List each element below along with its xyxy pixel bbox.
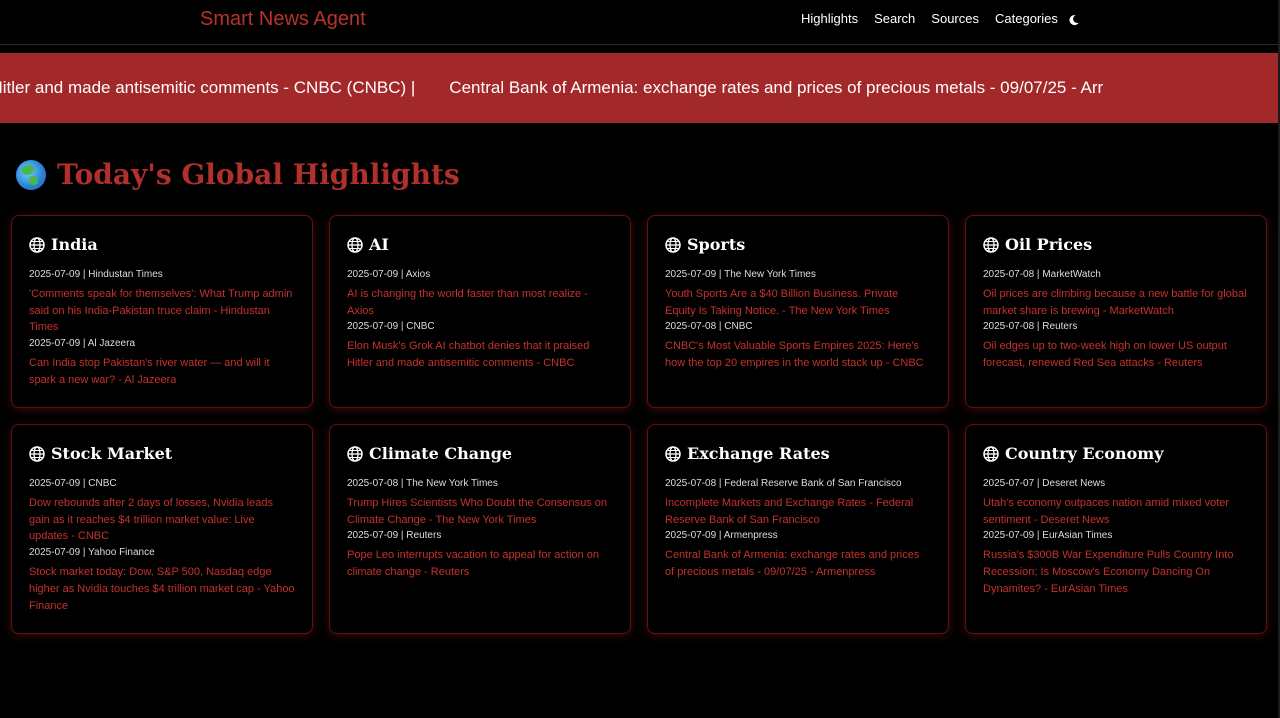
card-title-text: Stock Market	[51, 444, 173, 463]
article-meta: 2025-07-09 | CNBC	[347, 321, 435, 333]
brand-link[interactable]: Smart News Agent	[200, 8, 366, 31]
card-title-text: India	[51, 235, 98, 254]
article-link[interactable]: Elon Musk's Grok AI chatbot denies that …	[347, 338, 613, 371]
card-title: Climate Change	[347, 444, 613, 463]
navbar: Smart News Agent Highlights Search Sourc…	[0, 0, 1278, 45]
article-meta: 2025-07-09 | The New York Times	[665, 269, 816, 280]
nav-link-highlights[interactable]: Highlights	[801, 11, 858, 27]
card-country-economy: Country Economy 2025-07-07 | Deseret New…	[965, 424, 1267, 634]
article-link[interactable]: Can India stop Pakistan's river water — …	[29, 355, 295, 388]
globe-icon	[347, 445, 363, 462]
globe-icon	[665, 236, 681, 253]
article-link[interactable]: Trump Hires Scientists Who Doubt the Con…	[347, 495, 613, 528]
card-title: Country Economy	[983, 444, 1249, 463]
globe-icon	[665, 445, 681, 462]
article-meta: 2025-07-08 | The New York Times	[347, 478, 498, 489]
globe-icon	[29, 236, 45, 253]
article-link[interactable]: Oil edges up to two-week high on lower U…	[983, 338, 1249, 371]
article-link[interactable]: Pope Leo interrupts vacation to appeal f…	[347, 547, 613, 580]
article-meta: 2025-07-08 | Reuters	[983, 321, 1078, 333]
ticker-track: ot denies that it praised Hitler and mad…	[0, 53, 1137, 123]
article-meta: 2025-07-07 | Deseret News	[983, 478, 1106, 489]
globe-icon	[983, 445, 999, 462]
card-oil-prices: Oil Prices 2025-07-08 | MarketWatch Oil …	[965, 215, 1267, 408]
card-title-text: AI	[369, 235, 389, 254]
news-ticker: ot denies that it praised Hitler and mad…	[0, 53, 1278, 123]
article-link[interactable]: Dow rebounds after 2 days of losses, Nvi…	[29, 495, 295, 545]
article-link[interactable]: 'Comments speak for themselves': What Tr…	[29, 286, 295, 336]
nav-link-sources[interactable]: Sources	[931, 11, 979, 27]
card-title: India	[29, 235, 295, 254]
nav-link-categories[interactable]: Categories	[995, 11, 1058, 27]
article-meta: 2025-07-09 | EurAsian Times	[983, 530, 1113, 542]
globe-icon	[347, 236, 363, 253]
card-title-text: Climate Change	[369, 444, 513, 463]
article-meta: 2025-07-08 | MarketWatch	[983, 269, 1101, 280]
globe-icon	[983, 236, 999, 253]
article-meta: 2025-07-09 | Al Jazeera	[29, 338, 136, 350]
card-title-text: Country Economy	[1005, 444, 1164, 463]
card-title: Exchange Rates	[665, 444, 931, 463]
nav-link-search[interactable]: Search	[874, 11, 915, 27]
article-link[interactable]: Oil prices are climbing because a new ba…	[983, 286, 1249, 319]
card-exchange-rates: Exchange Rates 2025-07-08 | Federal Rese…	[647, 424, 949, 634]
card-stock-market: Stock Market 2025-07-09 | CNBC Dow rebou…	[11, 424, 313, 634]
article-link[interactable]: AI is changing the world faster than mos…	[347, 286, 613, 319]
card-title-text: Exchange Rates	[687, 444, 830, 463]
card-title-text: Sports	[687, 235, 746, 254]
ticker-item[interactable]: Central Bank of Armenia: exchange rates …	[449, 78, 1103, 98]
card-title: Stock Market	[29, 444, 295, 463]
card-ai: AI 2025-07-09 | Axios AI is changing the…	[329, 215, 631, 408]
ticker-item[interactable]: ot denies that it praised Hitler and mad…	[0, 78, 415, 98]
article-link[interactable]: Utah's economy outpaces nation amid mixe…	[983, 495, 1249, 528]
card-title-text: Oil Prices	[1005, 235, 1093, 254]
page-title: Today's Global Highlights	[16, 158, 460, 191]
article-link[interactable]: Stock market today: Dow, S&P 500, Nasdaq…	[29, 564, 295, 614]
article-meta: 2025-07-09 | Hindustan Times	[29, 269, 163, 280]
globe-emoji-icon	[16, 159, 46, 190]
article-meta: 2025-07-08 | Federal Reserve Bank of San…	[665, 478, 902, 489]
page-title-text: Today's Global Highlights	[57, 158, 460, 191]
article-meta: 2025-07-09 | CNBC	[29, 478, 117, 489]
card-india: India 2025-07-09 | Hindustan Times 'Comm…	[11, 215, 313, 408]
globe-icon	[29, 445, 45, 462]
article-meta: 2025-07-09 | Armenpress	[665, 530, 778, 542]
card-title: Sports	[665, 235, 931, 254]
article-link[interactable]: CNBC's Most Valuable Sports Empires 2025…	[665, 338, 931, 371]
article-link[interactable]: Incomplete Markets and Exchange Rates - …	[665, 495, 931, 528]
article-meta: 2025-07-08 | CNBC	[665, 321, 753, 333]
article-link[interactable]: Youth Sports Are a $40 Billion Business.…	[665, 286, 931, 319]
article-link[interactable]: Central Bank of Armenia: exchange rates …	[665, 547, 931, 580]
article-meta: 2025-07-09 | Reuters	[347, 530, 442, 542]
article-link[interactable]: Russia's $300B War Expenditure Pulls Cou…	[983, 547, 1249, 597]
card-title: AI	[347, 235, 613, 254]
article-meta: 2025-07-09 | Yahoo Finance	[29, 547, 155, 559]
nav-links: Highlights Search Sources Categories	[801, 11, 1058, 27]
card-sports: Sports 2025-07-09 | The New York Times Y…	[647, 215, 949, 408]
moon-icon[interactable]	[1068, 13, 1080, 26]
card-title: Oil Prices	[983, 235, 1249, 254]
highlights-grid: India 2025-07-09 | Hindustan Times 'Comm…	[11, 215, 1267, 634]
card-climate-change: Climate Change 2025-07-08 | The New York…	[329, 424, 631, 634]
article-meta: 2025-07-09 | Axios	[347, 269, 431, 280]
